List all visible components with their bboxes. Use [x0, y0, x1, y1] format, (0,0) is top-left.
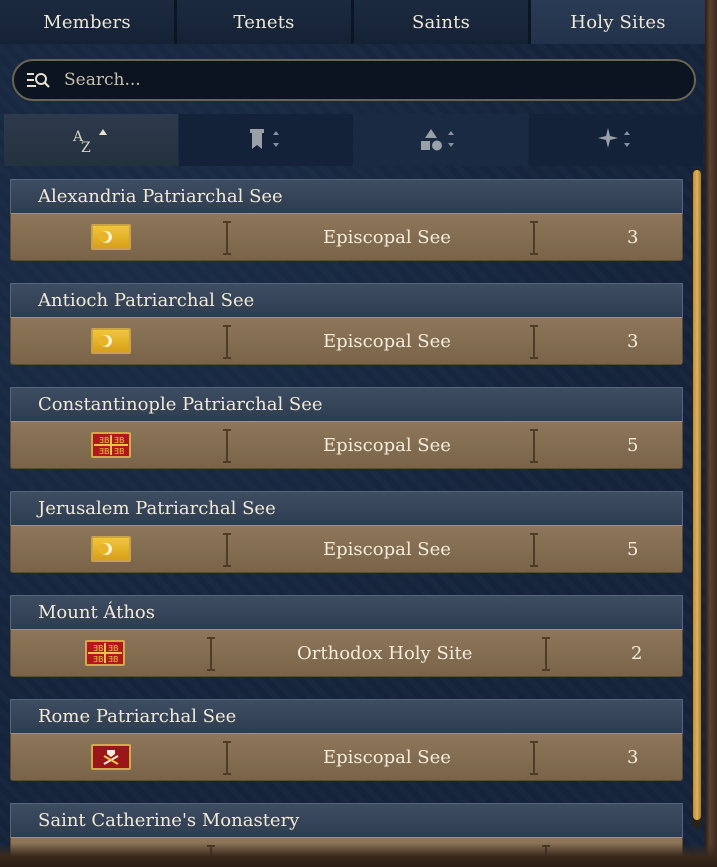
site-value: 3	[627, 746, 639, 768]
crescent-flag-icon	[91, 536, 131, 562]
site-value: 5	[627, 538, 639, 560]
list-item[interactable]: Mount Áthos ƎB ƎB ƎB ƎB Orthodox Holy Si…	[10, 595, 683, 679]
crescent-flag-icon	[91, 224, 131, 250]
site-name: Mount Áthos	[38, 602, 155, 623]
site-details: Episcopal See 3	[10, 317, 683, 365]
site-header: Constantinople Patriarchal See	[10, 387, 683, 421]
site-details: ƎB ƎB ƎB ƎB Episcopal See 5	[10, 421, 683, 469]
svg-text:ƎB: ƎB	[108, 655, 119, 664]
banner-sort-icon	[250, 129, 279, 149]
tab-bar: Members Tenets Saints Holy Sites	[0, 0, 705, 46]
search-bar	[12, 59, 696, 101]
panel-frame-bottom	[0, 843, 717, 867]
column-divider	[542, 637, 550, 671]
svg-text:Z: Z	[81, 140, 91, 155]
column-divider	[530, 325, 538, 359]
site-type: Episcopal See	[323, 434, 451, 456]
list-scrollbar[interactable]	[692, 168, 702, 828]
sort-shapes-button[interactable]	[354, 114, 528, 166]
tab-members[interactable]: Members	[0, 0, 177, 44]
site-header: Rome Patriarchal See	[10, 699, 683, 733]
svg-text:ƎB: ƎB	[99, 436, 110, 445]
site-type: Episcopal See	[323, 330, 451, 352]
column-divider	[223, 741, 231, 775]
search-input[interactable]	[62, 69, 626, 91]
holy-sites-list: Alexandria Patriarchal See Episcopal See…	[10, 179, 683, 867]
site-name: Rome Patriarchal See	[38, 706, 237, 727]
tab-saints[interactable]: Saints	[354, 0, 531, 44]
svg-text:ƎB: ƎB	[114, 447, 125, 456]
site-header: Antioch Patriarchal See	[10, 283, 683, 317]
star-sort-icon	[598, 128, 630, 148]
site-details: Episcopal See 3	[10, 733, 683, 781]
column-divider	[223, 221, 231, 255]
svg-text:ƎB: ƎB	[99, 447, 110, 456]
scrollbar-thumb[interactable]	[693, 170, 701, 820]
tab-label: Holy Sites	[570, 11, 666, 33]
site-name: Alexandria Patriarchal See	[38, 186, 283, 207]
column-divider	[207, 637, 215, 671]
tab-holy-sites[interactable]: Holy Sites	[531, 0, 705, 44]
column-divider	[223, 429, 231, 463]
site-details: ƎB ƎB ƎB ƎB Orthodox Holy Site 2	[10, 629, 683, 677]
alphabetical-sort-icon: A Z	[72, 129, 107, 155]
site-header: Saint Catherine's Monastery	[10, 803, 683, 837]
site-value: 3	[627, 330, 639, 352]
search-filter-icon[interactable]	[26, 70, 50, 90]
tab-label: Tenets	[233, 11, 295, 33]
site-details: Episcopal See 3	[10, 213, 683, 261]
column-divider	[530, 429, 538, 463]
column-divider	[530, 533, 538, 567]
list-item[interactable]: Jerusalem Patriarchal See Episcopal See …	[10, 491, 683, 575]
site-header: Alexandria Patriarchal See	[10, 179, 683, 213]
site-name: Jerusalem Patriarchal See	[38, 498, 276, 519]
site-name: Constantinople Patriarchal See	[38, 394, 323, 415]
column-divider	[223, 325, 231, 359]
svg-text:ƎB: ƎB	[114, 436, 125, 445]
site-type: Episcopal See	[323, 226, 451, 248]
site-type: Episcopal See	[323, 746, 451, 768]
site-value: 5	[627, 434, 639, 456]
site-details: Episcopal See 5	[10, 525, 683, 573]
site-name: Saint Catherine's Monastery	[38, 810, 300, 831]
list-item[interactable]: Constantinople Patriarchal See ƎB ƎB ƎB …	[10, 387, 683, 471]
sort-banner-button[interactable]	[179, 114, 353, 166]
site-header: Mount Áthos	[10, 595, 683, 629]
list-item[interactable]: Alexandria Patriarchal See Episcopal See…	[10, 179, 683, 263]
list-item[interactable]: Rome Patriarchal See Episcopal See 3	[10, 699, 683, 783]
byzantine-cross-flag-icon: ƎB ƎB ƎB ƎB	[85, 640, 125, 666]
site-header: Jerusalem Patriarchal See	[10, 491, 683, 525]
sort-bar: A Z	[4, 114, 704, 166]
crescent-flag-icon	[91, 328, 131, 354]
svg-text:ƎB: ƎB	[93, 655, 104, 664]
column-divider	[223, 533, 231, 567]
papal-keys-flag-icon	[91, 744, 131, 770]
site-name: Antioch Patriarchal See	[38, 290, 255, 311]
tab-label: Members	[43, 11, 131, 33]
sort-star-button[interactable]	[529, 114, 703, 166]
site-type: Episcopal See	[323, 538, 451, 560]
list-item[interactable]: Antioch Patriarchal See Episcopal See 3	[10, 283, 683, 367]
column-divider	[530, 221, 538, 255]
panel-frame-right	[705, 0, 717, 867]
site-value: 2	[631, 642, 643, 664]
tab-label: Saints	[411, 11, 471, 33]
site-value: 3	[627, 226, 639, 248]
svg-text:ƎB: ƎB	[108, 644, 119, 653]
column-divider	[530, 741, 538, 775]
sort-alphabetical-button[interactable]: A Z	[4, 114, 178, 166]
byzantine-cross-flag-icon: ƎB ƎB ƎB ƎB	[91, 432, 131, 458]
site-type: Orthodox Holy Site	[297, 642, 473, 664]
shapes-sort-icon	[421, 129, 454, 151]
svg-text:ƎB: ƎB	[93, 644, 104, 653]
tab-tenets[interactable]: Tenets	[177, 0, 354, 44]
